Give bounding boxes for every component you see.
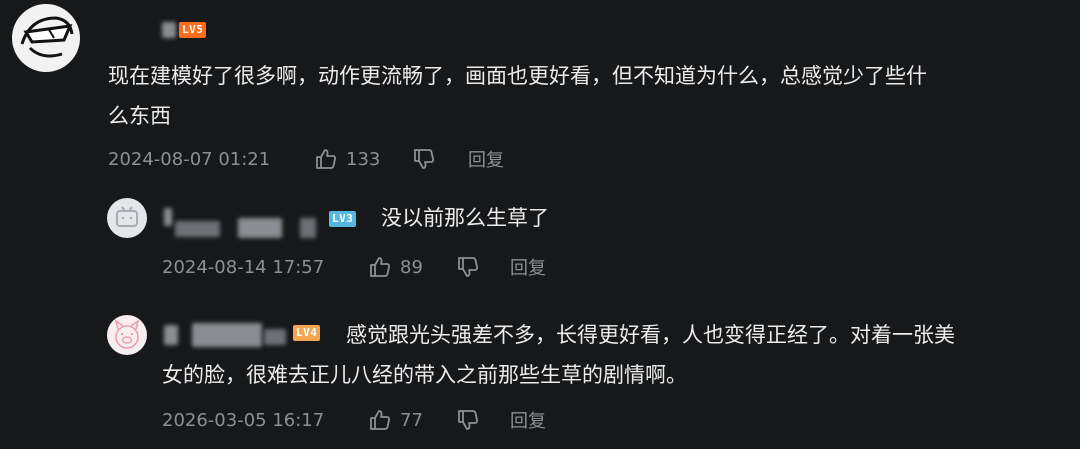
like-count: 133 [346,148,381,170]
reply-button[interactable]: 回复 [468,146,504,172]
level-badge: LV3 [329,211,357,227]
comment-time: 2026-03-05 16:17 [162,410,325,431]
username-redacted [162,22,176,38]
reply-button[interactable]: 回复 [510,254,546,280]
level-badge: LV5 [179,22,207,38]
avatar-tv-icon [116,206,138,227]
dislike-button[interactable] [456,407,480,433]
avatar[interactable] [107,198,147,238]
comment-time: 2024-08-14 17:57 [162,257,325,278]
like-count: 89 [400,256,423,278]
thumb-up-icon [316,149,336,169]
like-button[interactable]: 133 [314,146,380,172]
dislike-button[interactable] [412,146,436,172]
like-button[interactable]: 89 [368,254,423,280]
thumb-up-icon [370,257,390,277]
comment-text: 现在建模好了很多啊，动作更流畅了，画面也更好看，但不知道为什么，总感觉少了些什 … [108,56,1048,136]
comment-line: 感觉跟光头强差不多，长得更好看，人也变得正经了。对着一张美 [346,323,955,347]
comment-time: 2024-08-07 01:21 [108,149,271,170]
avatar[interactable] [12,4,80,72]
thumb-down-icon [458,410,478,430]
thumb-up-icon [370,410,390,430]
thumb-down-icon [414,149,434,169]
comment-text: 感觉跟光头强差不多，长得更好看，人也变得正经了。对着一张美 女的脸，很难去正儿八… [108,315,1048,395]
comment-line: 么东西 [108,104,171,128]
username-redacted [164,208,172,226]
avatar-sketch-icon [20,16,74,58]
reply-button[interactable]: 回复 [510,407,546,433]
comment-text: 没以前那么生草了 [381,206,549,230]
comment-line: 女的脸，很难去正儿八经的带入之前那些生草的剧情啊。 [162,363,687,387]
like-button[interactable]: 77 [368,407,423,433]
dislike-button[interactable] [456,254,480,280]
username-redacted [300,218,316,238]
thumb-down-icon [458,257,478,277]
like-count: 77 [400,409,423,431]
username-redacted [238,218,282,238]
username-redacted [175,221,220,237]
comment-line: 现在建模好了很多啊，动作更流畅了，画面也更好看，但不知道为什么，总感觉少了些什 [108,64,927,88]
